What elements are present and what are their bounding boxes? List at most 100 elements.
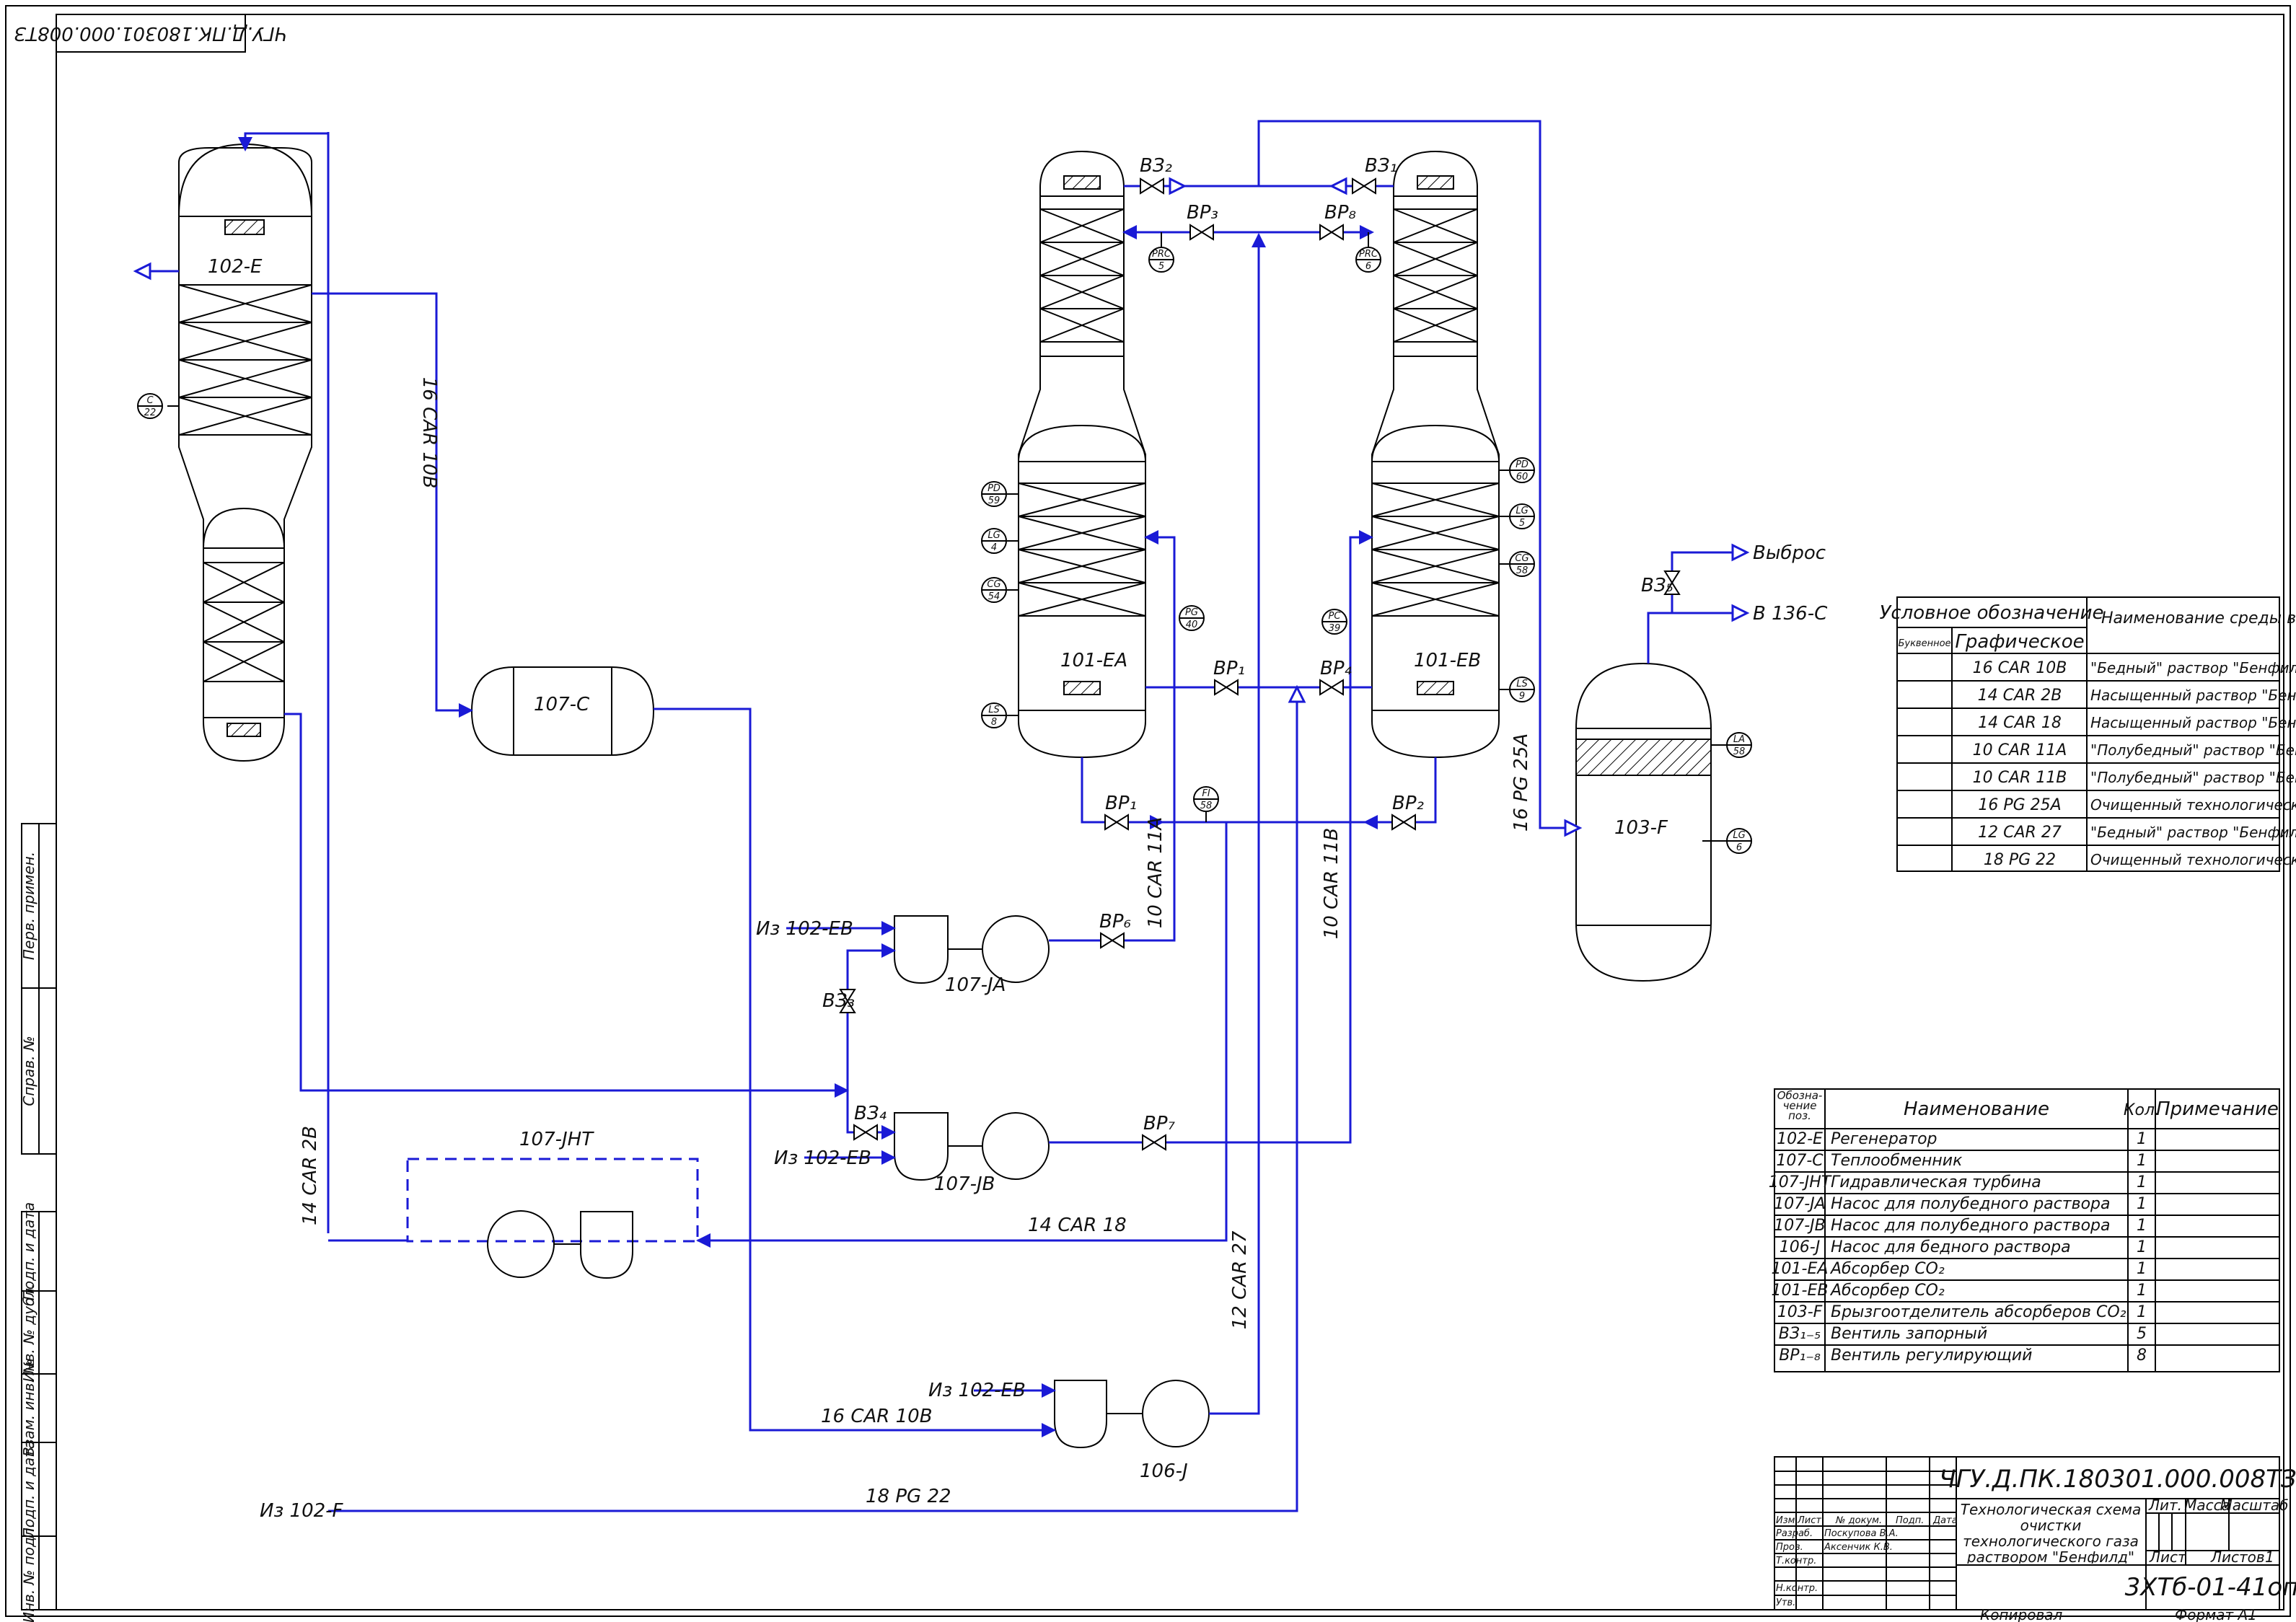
label-107c: 107-С <box>534 694 590 715</box>
instrument-bubble: PG 40 <box>1179 605 1205 631</box>
side-stamp-label: Перв. примен. <box>20 852 38 960</box>
technological-scheme-drawing: ЧГУ.Д.ПК.180301.000.008ТЗ Перв. примен. … <box>5 5 2296 1622</box>
tb-format: Формат А1 <box>2175 1606 2257 1622</box>
spec-cell-name: Вентиль регулирующий <box>1831 1346 2032 1365</box>
tb-document-code: ЧГУ.Д.ПК.180301.000.008ТЗ <box>1939 1465 2296 1494</box>
svg-text:5: 5 <box>1519 518 1525 529</box>
svg-text:CG: CG <box>1515 553 1529 564</box>
legend-name: "Бедный" раствор "Бенфилд" <box>2090 824 2296 841</box>
label-101eb: 101-ЕВ <box>1414 650 1481 671</box>
tb-h-izm: Изм. <box>1776 1515 1798 1526</box>
svg-text:4: 4 <box>991 542 997 553</box>
svg-text:CG: CG <box>987 579 1000 590</box>
spec-header-name: Наименование <box>1904 1098 2049 1120</box>
pump-106j: 106-J <box>1054 1380 1210 1482</box>
legend-name: Очищенный технологический газ <box>2090 796 2296 814</box>
tb-h-date: Дата <box>1932 1515 1958 1526</box>
svg-text:C: C <box>146 395 154 406</box>
separator-103f: 103-F <box>1575 662 1712 982</box>
instrument-bubble: CG58 <box>1499 551 1535 577</box>
svg-text:59: 59 <box>988 495 1000 506</box>
spec-cell-qty: 1 <box>2137 1303 2147 1321</box>
regenerator-102e: 102-Е <box>178 143 313 762</box>
tb-h-doc: № докум. <box>1835 1515 1882 1526</box>
svg-text:54: 54 <box>988 591 1000 602</box>
instrument-bubble: FI 58 <box>1193 786 1219 822</box>
svg-text:58: 58 <box>1516 565 1529 576</box>
spec-cell-name: Насос для полубедного раствора <box>1831 1217 2111 1235</box>
label-102e: 102-Е <box>208 256 263 278</box>
svg-text:8: 8 <box>991 717 997 728</box>
legend-code: 10 CAR 11В <box>1973 769 2067 787</box>
legend-title-left: Условное обозначение <box>1879 602 2103 624</box>
pipe-label: 14 CAR 2В <box>299 1126 321 1225</box>
pipe-label: 14 CAR 18 <box>1028 1215 1127 1236</box>
spec-header-pos: Обозна-чение поз. <box>1777 1090 1823 1122</box>
svg-text:PRC: PRC <box>1359 249 1378 260</box>
instrument-bubble: CG54 <box>981 577 1019 603</box>
title-block: Изм. Лист № докум. Подп. Дата Разраб. По… <box>1774 1456 2296 1622</box>
spec-cell-name: Насос для полубедного раствора <box>1831 1195 2111 1213</box>
tb-sheets-value: 1 <box>2265 1548 2274 1566</box>
stream-label: В 136-С <box>1753 603 1828 625</box>
spec-cell-qty: 1 <box>2137 1260 2147 1278</box>
pipe-label: 16 PG 25А <box>1510 733 1532 832</box>
spec-cell-qty: 1 <box>2137 1217 2147 1235</box>
pipe-label: 16 CAR 10В <box>821 1406 933 1427</box>
spec-cell-qty: 8 <box>2137 1346 2147 1365</box>
pipe-labels: 16 CAR 10В 14 CAR 2В 10 CAR 11А 10 CAR 1… <box>299 377 1532 1507</box>
spec-cell-name: Брызгоотделитель абсорберов СО₂ <box>1831 1303 2126 1321</box>
legend-col-graphic: Графическое <box>1955 631 2084 653</box>
instrument-bubble: PD59 <box>981 481 1019 507</box>
instrument-bubble: C22 <box>137 393 179 419</box>
svg-text:39: 39 <box>1329 623 1341 634</box>
spec-cell-pos: ВР₁₋₈ <box>1779 1346 1821 1365</box>
valve-label: ВР₁ <box>1105 793 1137 814</box>
tb-chk-name: Аксенчик К.В. <box>1824 1542 1893 1553</box>
legend-title-right: Наименование среды в трубопроводе <box>2101 609 2296 627</box>
tb-h-list: Лист <box>1797 1515 1821 1526</box>
label-107jht: 107-JHT <box>519 1129 594 1150</box>
instrument-bubble: PC39 <box>1321 609 1347 635</box>
svg-text:LA: LA <box>1733 734 1745 745</box>
tb-r-dev: Разраб. <box>1776 1528 1813 1539</box>
pump-107jb: 107-JB <box>894 1112 1050 1195</box>
legend-code: 12 CAR 27 <box>1978 824 2062 842</box>
valve-label: ВЗ₂ <box>1140 155 1172 177</box>
tb-sheet: Лист <box>2149 1548 2187 1566</box>
svg-text:6: 6 <box>1736 842 1742 853</box>
svg-text:LG: LG <box>1733 830 1745 841</box>
pump-107ja: 107-JA <box>894 915 1050 996</box>
instrument-bubble: LS 8 <box>981 702 1019 728</box>
svg-text:58: 58 <box>1733 746 1746 757</box>
svg-text:58: 58 <box>1200 801 1213 811</box>
pipe-label: 16 CAR 10В <box>418 377 440 489</box>
svg-text:22: 22 <box>144 407 157 418</box>
svg-text:LS: LS <box>1516 679 1528 689</box>
stream-label: Выброс <box>1753 542 1826 564</box>
label-101ea: 101-ЕА <box>1060 650 1127 671</box>
specification-table: Обозна-чение поз. Наименование Кол. Прим… <box>1769 1088 2280 1372</box>
legend-name: "Бедный" раствор "Бенфилд" <box>2090 659 2296 676</box>
instrument-bubble: PD 60 <box>1499 457 1535 483</box>
spec-cell-qty: 1 <box>2137 1173 2147 1191</box>
instrument-bubble: LA58 <box>1711 732 1752 758</box>
legend-code: 14 CAR 18 <box>1978 714 2062 732</box>
stream-labels: Из 102-ЕВ Из 102-ЕВ Из 102-ЕВ Из 102-F В… <box>260 542 1828 1522</box>
spec-cell-pos: 101-ЕА <box>1772 1260 1829 1278</box>
label-107jb: 107-JB <box>934 1173 995 1195</box>
spec-cell-qty: 1 <box>2137 1238 2147 1256</box>
instrument-bubble: PRC5 <box>1148 232 1174 273</box>
svg-text:PD: PD <box>1516 459 1529 470</box>
stream-label: Из 102-F <box>260 1500 344 1522</box>
svg-text:PC: PC <box>1329 611 1342 622</box>
legend-code: 16 CAR 10В <box>1973 659 2067 677</box>
drawing-frame: ЧГУ.Д.ПК.180301.000.008ТЗ <box>5 5 2291 1617</box>
legend-col-letter: Буквенное <box>1898 638 1950 649</box>
side-stamp-label: Инв. № подл. <box>20 1523 38 1622</box>
spec-cell-name: Регенератор <box>1831 1130 1937 1148</box>
piping <box>133 120 1750 1512</box>
svg-text:5: 5 <box>1158 261 1164 272</box>
spec-cell-name: Абсорбер СО₂ <box>1829 1260 1945 1278</box>
spec-cell-pos: 107-С <box>1776 1152 1824 1170</box>
